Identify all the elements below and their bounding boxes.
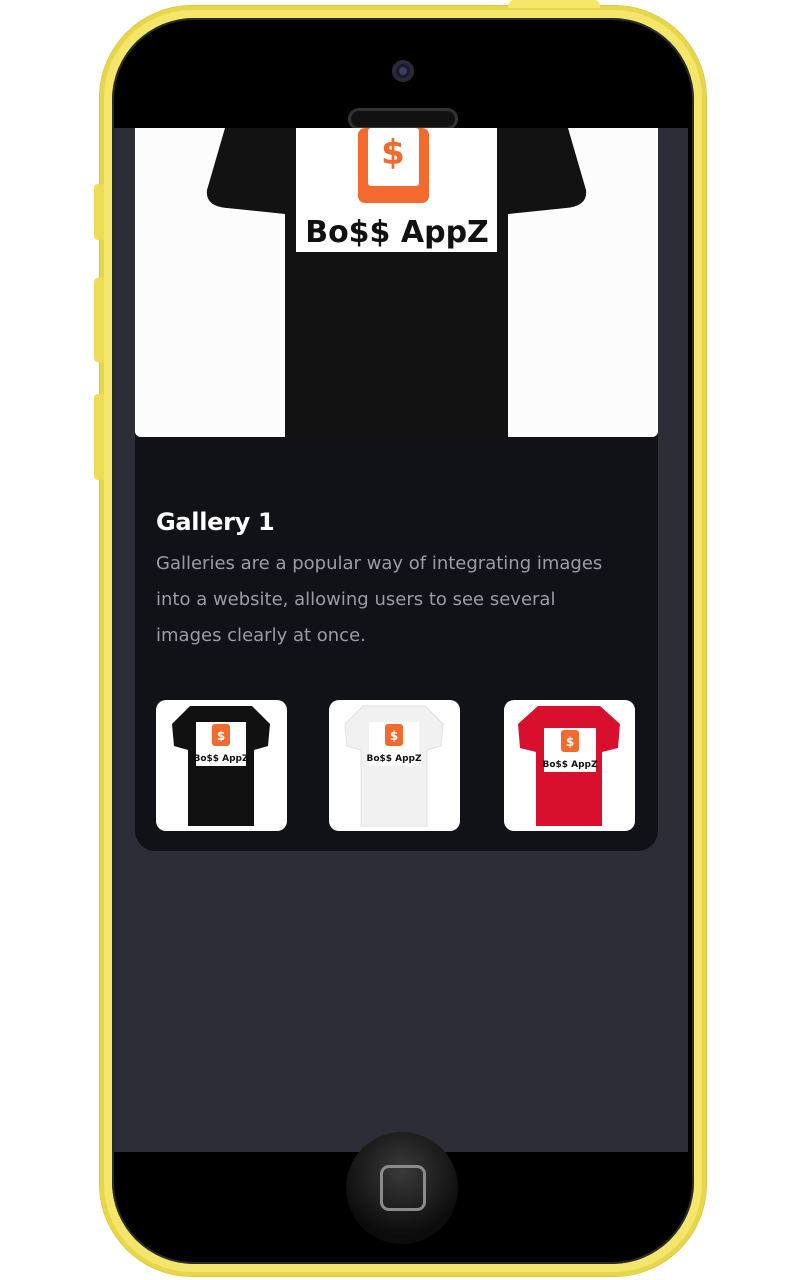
- hero-logo-symbol: $: [381, 133, 405, 173]
- front-camera: [392, 60, 414, 82]
- hero-image[interactable]: $ Bo$$ AppZ: [135, 128, 658, 437]
- phone-screen: $ Bo$$ AppZ Gallery 1 Galleries are a po…: [114, 128, 688, 1152]
- hero-logo-text: Bo$$ AppZ: [305, 215, 489, 250]
- power-button: [508, 0, 600, 8]
- gallery-description: Galleries are a popular way of integrati…: [156, 553, 603, 646]
- thumbnail-black-shirt[interactable]: $ Bo$$ AppZ: [156, 700, 287, 831]
- thumb-red-shirt-logo-symbol: $: [566, 735, 574, 749]
- home-square-icon: [380, 1165, 426, 1211]
- gallery-title: Gallery 1: [156, 508, 275, 536]
- thumbnail-white-shirt[interactable]: $ Bo$$ AppZ: [329, 700, 460, 831]
- thumbnail-red-shirt[interactable]: $ Bo$$ AppZ: [504, 700, 635, 831]
- hero-tshirt-image: $ Bo$$ AppZ: [135, 128, 658, 437]
- home-button[interactable]: [346, 1132, 458, 1244]
- thumb-red-shirt-logo-text: Bo$$ AppZ: [542, 760, 598, 770]
- gallery-card: $ Bo$$ AppZ Gallery 1 Galleries are a po…: [135, 128, 658, 851]
- volume-up-button: [94, 278, 104, 362]
- thumb-black-shirt-logo-symbol: $: [217, 729, 225, 743]
- thumb-white-shirt-logo-symbol: $: [390, 729, 398, 743]
- thumb-black-shirt-logo-text: Bo$$ AppZ: [193, 754, 249, 764]
- thumb-white-shirt-logo-text: Bo$$ AppZ: [366, 754, 422, 764]
- volume-down-button: [94, 394, 104, 480]
- mute-switch: [94, 184, 104, 240]
- earpiece-speaker: [348, 108, 458, 130]
